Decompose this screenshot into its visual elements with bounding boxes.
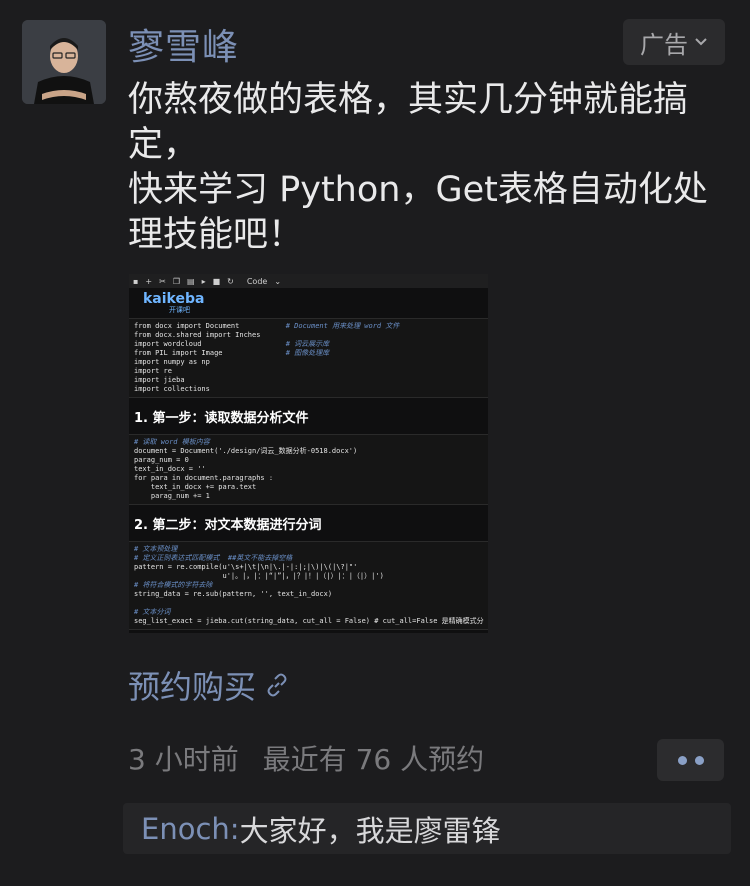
stop-icon: ■ bbox=[212, 276, 221, 286]
chevron-down-icon bbox=[695, 38, 707, 46]
code-line: # 文本预处理 bbox=[134, 545, 178, 553]
code-line: import wordcloud # 词云展示库 bbox=[134, 340, 330, 348]
post-text-line: 你熬夜做的表格，其实几分钟就能搞定， bbox=[128, 80, 689, 165]
comment-author[interactable]: Enoch bbox=[141, 812, 230, 846]
reserve-label: 预约购买 bbox=[128, 668, 257, 706]
brand-sub: 开课吧 bbox=[169, 305, 190, 314]
add-icon: + bbox=[145, 276, 153, 286]
code-line: # 定义正则表达式匹配模式 ##英文不能去掉空格 bbox=[134, 554, 293, 562]
run-icon: ▸ bbox=[201, 276, 206, 286]
post-meta: 3 小时前 最近有 76 人预约 bbox=[128, 738, 484, 778]
code-line: from PIL import Image # 图像处理库 bbox=[134, 349, 330, 357]
code-line: from docx.shared import Inches bbox=[134, 331, 286, 339]
code-cell-read: # 读取 word 模板内容 document = Document('./des… bbox=[129, 434, 488, 505]
notebook-toolbar: ▪ + ✂ ❐ ▤ ▸ ■ ↻ Code ⌄ bbox=[129, 274, 488, 288]
more-dots-icon bbox=[677, 755, 687, 765]
ad-menu-button[interactable]: 广告 bbox=[623, 19, 725, 65]
post-time: 3 小时前 bbox=[128, 743, 239, 776]
code-line: # 读取 word 模板内容 bbox=[134, 438, 210, 446]
code-line: import re bbox=[134, 367, 286, 375]
code-line: from docx import Document # Document 用来处… bbox=[134, 322, 400, 330]
avatar[interactable] bbox=[22, 20, 106, 104]
code-line: # 文本分词 bbox=[134, 608, 171, 616]
brand-name: kaikeba bbox=[143, 290, 205, 307]
copy-icon: ❐ bbox=[172, 276, 180, 286]
code-line: import jieba bbox=[134, 376, 286, 384]
reservation-count: 最近有 76 人预约 bbox=[262, 743, 485, 776]
cut-icon: ✂ bbox=[159, 276, 166, 286]
more-actions-button[interactable] bbox=[657, 739, 724, 781]
comment-separator: : bbox=[229, 811, 240, 846]
comment-item[interactable]: Enoch : 大家好，我是廖雷锋 bbox=[123, 803, 731, 854]
link-icon bbox=[267, 673, 287, 697]
code-line: string_data = re.sub(pattern, '', text_i… bbox=[134, 590, 333, 598]
code-line: parag_num = 0 bbox=[134, 456, 189, 464]
code-line: text_in_docx += para.text bbox=[134, 483, 257, 491]
post-text-line: 快来学习 Python，Get表格自动化处理技能吧！ bbox=[128, 170, 708, 255]
code-line: u'|。|，|：|“|”|，|？|！|（|）|：|（|）|') bbox=[134, 572, 384, 580]
code-line: for para in document.paragraphs : bbox=[134, 474, 274, 482]
code-line: import collections bbox=[134, 385, 286, 393]
step-heading-1: 1. 第一步：读取数据分析文件 bbox=[134, 410, 309, 426]
reserve-purchase-link[interactable]: 预约购买 bbox=[128, 662, 290, 708]
chevron-down-icon: ⌄ bbox=[274, 276, 282, 286]
save-icon: ▪ bbox=[133, 276, 139, 286]
code-line: document = Document('./design/词云_数据分析-05… bbox=[134, 447, 358, 455]
code-line: # 将符合模式的字符去除 bbox=[134, 581, 213, 589]
post-text: 你熬夜做的表格，其实几分钟就能搞定， 快来学习 Python，Get表格自动化处… bbox=[128, 78, 728, 258]
code-cell-tokenize: # 文本预处理 # 定义正则表达式匹配模式 ##英文不能去掉空格 pattern =… bbox=[129, 541, 488, 630]
more-dots-icon bbox=[694, 755, 704, 765]
code-cell-imports: from docx import Document # Document 用来处… bbox=[129, 318, 488, 398]
code-line: pattern = re.compile(u'\s+|\t|\n|\.|-|:|… bbox=[134, 563, 358, 571]
code-line: parag_num += 1 bbox=[134, 492, 210, 500]
paste-icon: ▤ bbox=[187, 276, 195, 286]
restart-icon: ↻ bbox=[227, 276, 234, 286]
code-line: import numpy as np bbox=[134, 358, 286, 366]
cell-type-select: Code bbox=[246, 276, 268, 286]
ad-label: 广告 bbox=[640, 30, 688, 59]
brand-logo: kaikeba 开课吧 bbox=[129, 288, 488, 318]
comment-text: 大家好，我是廖雷锋 bbox=[239, 813, 501, 848]
author-name[interactable]: 寥雪峰 bbox=[128, 18, 239, 70]
post-image[interactable]: ▪ + ✂ ❐ ▤ ▸ ■ ↻ Code ⌄ kaikeba 开课吧 from … bbox=[129, 274, 488, 633]
code-line: text_in_docx = '' bbox=[134, 465, 206, 473]
code-line: seg_list_exact = jieba.cut(string_data, … bbox=[134, 617, 484, 625]
step-heading-2: 2. 第二步：对文本数据进行分词 bbox=[134, 517, 322, 533]
